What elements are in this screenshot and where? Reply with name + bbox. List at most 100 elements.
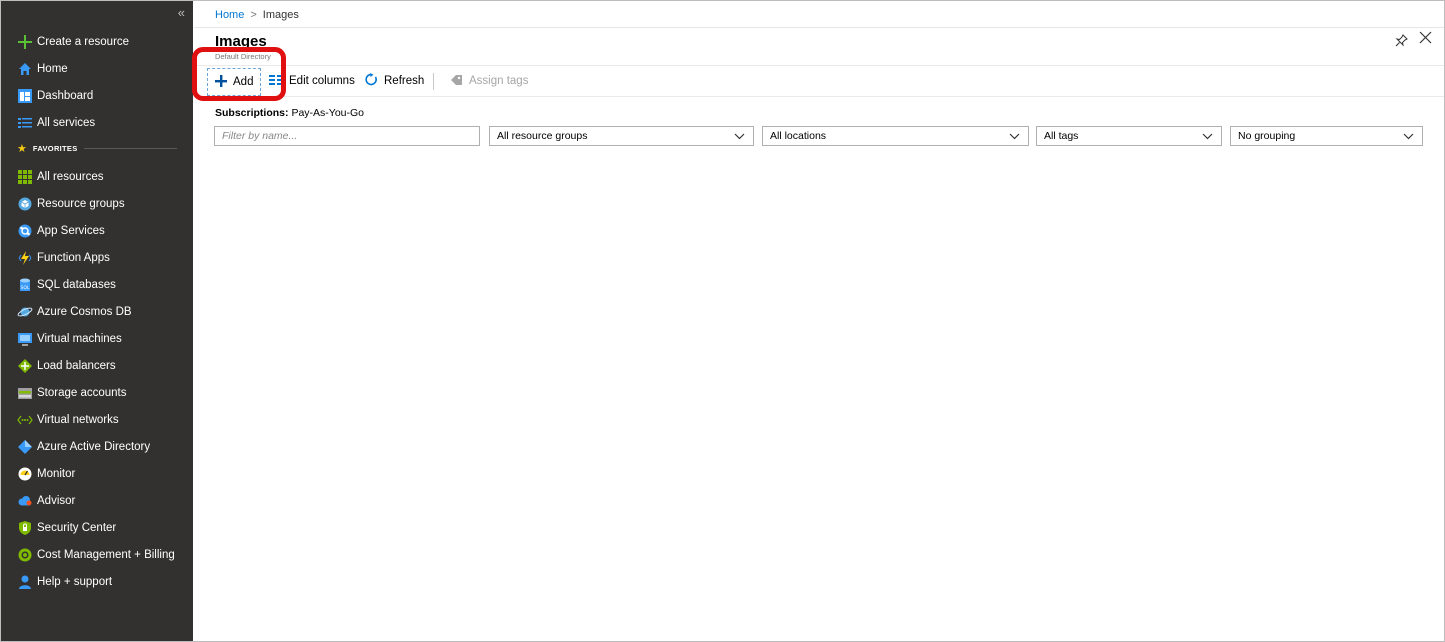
sidebar-item-label: Azure Cosmos DB [37, 305, 132, 318]
toolbar-divider [433, 73, 434, 90]
sidebar-item-label: Security Center [37, 521, 117, 534]
sidebar-item-app-services[interactable]: App Services [1, 217, 193, 244]
portal-window: « Create a resource Home Dashboard All s… [0, 0, 1445, 642]
list-icon [17, 115, 33, 131]
sidebar-item-label: Storage accounts [37, 386, 127, 399]
sidebar-item-label: Virtual networks [37, 413, 119, 426]
sidebar-item-storage-accounts[interactable]: Storage accounts [1, 379, 193, 406]
refresh-label: Refresh [384, 75, 425, 87]
cloud-icon [17, 493, 33, 509]
sidebar-item-create-resource[interactable]: Create a resource [1, 28, 193, 55]
sidebar-item-label: SQL databases [37, 278, 116, 291]
sidebar-item-home[interactable]: Home [1, 55, 193, 82]
assign-tags-button[interactable]: Assign tags [451, 66, 528, 96]
favorites-divider: ★ FAVORITES [1, 141, 193, 155]
breadcrumb-home-link[interactable]: Home [215, 9, 244, 21]
resource-groups-value: All resource groups [497, 130, 588, 142]
grouping-dropdown[interactable]: No grouping [1230, 126, 1423, 146]
main-content: Home > Images Images Default Directory Add… [192, 1, 1444, 641]
refresh-icon [365, 73, 378, 89]
sidebar-item-security-center[interactable]: Security Center [1, 514, 193, 541]
resource-groups-dropdown[interactable]: All resource groups [489, 126, 754, 146]
tags-value: All tags [1044, 130, 1079, 142]
sidebar-item-label: Azure Active Directory [37, 440, 151, 453]
person-icon [17, 574, 33, 590]
grouping-value: No grouping [1238, 130, 1296, 142]
command-bar: Add Edit columns Refresh Assign tags [194, 65, 1444, 97]
sidebar-item-cosmos-db[interactable]: Azure Cosmos DB [1, 298, 193, 325]
sidebar: « Create a resource Home Dashboard All s… [1, 1, 193, 641]
favorites-label: FAVORITES [32, 143, 78, 153]
refresh-button[interactable]: Refresh [365, 66, 424, 96]
close-icon[interactable] [1419, 31, 1432, 47]
locations-value: All locations [770, 130, 827, 142]
plus-icon [17, 34, 33, 50]
sidebar-item-label: Monitor [37, 467, 76, 480]
cube-icon [17, 196, 33, 212]
locations-dropdown[interactable]: All locations [762, 126, 1029, 146]
sidebar-item-label: Create a resource [37, 35, 130, 48]
home-icon [17, 61, 33, 77]
sidebar-item-all-services[interactable]: All services [1, 109, 193, 136]
sidebar-item-label: App Services [37, 224, 105, 237]
sidebar-item-azure-ad[interactable]: Azure Active Directory [1, 433, 193, 460]
breadcrumb: Home > Images [215, 9, 299, 21]
sidebar-item-resource-groups[interactable]: Resource groups [1, 190, 193, 217]
breadcrumb-separator: > [250, 9, 257, 21]
chevron-down-icon [1009, 131, 1020, 144]
tags-dropdown[interactable]: All tags [1036, 126, 1222, 146]
gauge-icon [17, 466, 33, 482]
svg-text:SQL: SQL [21, 285, 30, 291]
filter-by-name-input[interactable]: Filter by name... [214, 126, 480, 146]
subscriptions-value[interactable]: Pay-As-You-Go [291, 107, 364, 119]
sidebar-item-monitor[interactable]: Monitor [1, 460, 193, 487]
sidebar-item-help-support[interactable]: Help + support [1, 568, 193, 595]
edit-columns-label: Edit columns [289, 75, 355, 87]
chevron-down-icon [1403, 131, 1414, 144]
add-button-highlight [192, 47, 286, 101]
diamond-icon [17, 358, 33, 374]
storage-icon [17, 385, 33, 401]
sidebar-item-label: Advisor [37, 494, 76, 507]
sidebar-item-cost-management[interactable]: Cost Management + Billing [1, 541, 193, 568]
sidebar-item-label: Load balancers [37, 359, 116, 372]
subscriptions-line: Subscriptions: Pay-As-You-Go [215, 107, 364, 119]
sidebar-item-sql-databases[interactable]: SQL SQL databases [1, 271, 193, 298]
chevron-down-icon [734, 131, 745, 144]
tag-icon [451, 74, 463, 89]
sidebar-item-label: All services [37, 116, 96, 129]
sidebar-item-all-resources[interactable]: All resources [1, 163, 193, 190]
network-icon [17, 412, 33, 428]
planet-icon [17, 304, 33, 320]
sidebar-item-label: All resources [37, 170, 104, 183]
app-services-icon [17, 223, 33, 239]
chevron-down-icon [1202, 131, 1213, 144]
sidebar-item-label: Help + support [37, 575, 113, 588]
sidebar-item-function-apps[interactable]: Function Apps [1, 244, 193, 271]
sidebar-item-label: Home [37, 62, 68, 75]
star-icon: ★ [17, 142, 27, 155]
sidebar-item-label: Dashboard [37, 89, 94, 102]
collapse-sidebar-button[interactable]: « [178, 6, 185, 20]
sidebar-item-load-balancers[interactable]: Load balancers [1, 352, 193, 379]
sidebar-item-advisor[interactable]: Advisor [1, 487, 193, 514]
bolt-icon [17, 250, 33, 266]
shield-icon [17, 520, 33, 536]
sidebar-item-virtual-machines[interactable]: Virtual machines [1, 325, 193, 352]
breadcrumb-current: Images [262, 9, 299, 21]
sidebar-item-label: Virtual machines [37, 332, 122, 345]
cost-icon [17, 547, 33, 563]
sidebar-item-label: Resource groups [37, 197, 125, 210]
subscriptions-label: Subscriptions: [215, 107, 289, 119]
pin-icon[interactable] [1395, 34, 1408, 50]
assign-tags-label: Assign tags [469, 75, 529, 87]
monitor-icon [17, 331, 33, 347]
sidebar-item-virtual-networks[interactable]: Virtual networks [1, 406, 193, 433]
sidebar-item-label: Function Apps [37, 251, 110, 264]
dashboard-icon [17, 88, 33, 104]
sidebar-item-dashboard[interactable]: Dashboard [1, 82, 193, 109]
grid-icon [17, 169, 33, 185]
breadcrumb-bar: Home > Images [194, 1, 1444, 28]
aad-icon [17, 439, 33, 455]
database-icon: SQL [17, 277, 33, 293]
